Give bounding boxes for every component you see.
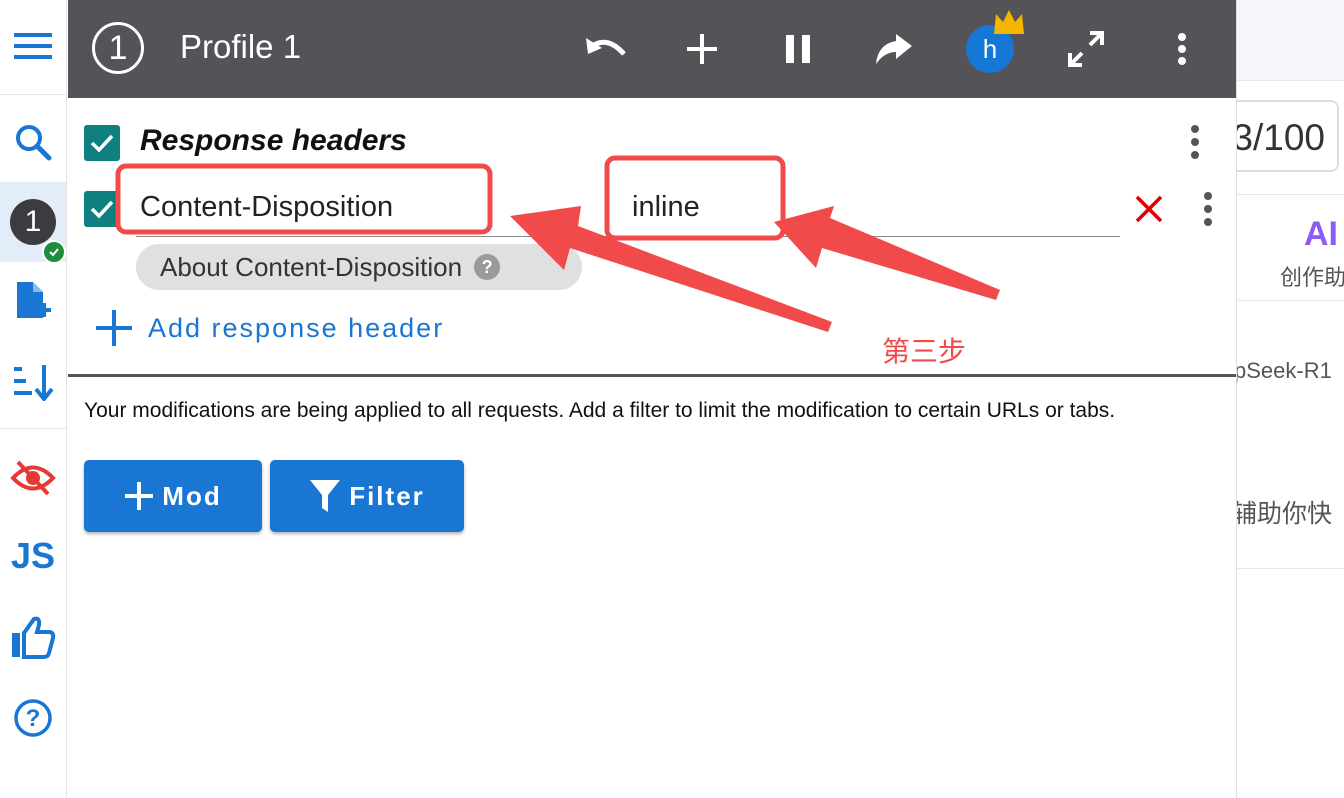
more-vert-icon[interactable] [1157, 24, 1207, 74]
javascript-icon[interactable]: JS [0, 532, 66, 580]
add-filter-button[interactable]: Filter [270, 460, 464, 532]
background-assist-text: 辅助你快 [1236, 500, 1333, 528]
header-row-checkbox[interactable] [84, 191, 120, 227]
background-divider [1236, 568, 1344, 569]
header-name-input[interactable]: Content-Disposition [140, 191, 393, 224]
crown-icon [992, 8, 1026, 43]
add-icon[interactable] [677, 24, 727, 74]
add-response-header-label: Add response header [148, 312, 445, 343]
profile-badge: 1 [10, 199, 56, 245]
header-value-input[interactable]: inline [632, 191, 700, 224]
sidebar-profile-1[interactable]: 1 [0, 182, 66, 264]
filter-button-label: Filter [349, 480, 425, 511]
section-more-icon[interactable] [1190, 124, 1200, 165]
hide-eye-icon[interactable] [0, 454, 66, 502]
annotation-step-label: 第三步 [882, 335, 967, 368]
help-icon[interactable]: ? [0, 694, 66, 742]
search-icon[interactable] [0, 118, 66, 166]
undo-icon[interactable] [581, 24, 631, 74]
sort-icon[interactable] [0, 358, 66, 406]
plus-icon [125, 482, 154, 510]
active-check-icon [42, 240, 66, 264]
svg-text:?: ? [26, 705, 41, 732]
mod-button-label: Mod [162, 480, 222, 511]
header-value-underline [136, 236, 1120, 237]
background-page: 3/100 AI 创作助 pSeek-R1 辅助你快 [1236, 0, 1344, 798]
section-separator [68, 374, 1236, 377]
header-more-icon[interactable] [1203, 191, 1213, 232]
add-mod-button[interactable]: Mod [84, 460, 262, 532]
plus-icon [96, 310, 132, 346]
profile-toolbar: 1 Profile 1 h [68, 0, 1236, 98]
expand-icon[interactable] [1061, 24, 1111, 74]
background-counter: 3/100 [1236, 100, 1339, 172]
background-create-text: 创作助 [1280, 265, 1344, 290]
modheader-panel: 1 Profile 1 h Response headers Content-D… [68, 0, 1237, 798]
filter-icon [310, 480, 341, 512]
sidebar-divider [0, 94, 66, 95]
delete-header-icon[interactable] [1134, 194, 1164, 229]
background-model-text: pSeek-R1 [1236, 358, 1332, 383]
share-icon[interactable] [869, 24, 919, 74]
menu-icon[interactable] [0, 24, 66, 68]
background-divider [1236, 80, 1344, 81]
add-response-header-button[interactable]: Add response header [94, 308, 444, 348]
background-ai-logo: AI [1304, 215, 1338, 253]
add-profile-icon[interactable] [0, 278, 66, 326]
profile-title[interactable]: Profile 1 [180, 28, 301, 66]
sidebar-divider [0, 428, 66, 429]
profile-number-badge[interactable]: 1 [92, 22, 144, 74]
pause-icon[interactable] [773, 24, 823, 74]
background-divider [1236, 194, 1344, 195]
thumbs-up-icon[interactable] [0, 612, 66, 662]
background-header-strip [1236, 0, 1344, 80]
sidebar: 1 JS ? [0, 0, 67, 798]
section-enable-checkbox[interactable] [84, 125, 120, 161]
help-circle-icon: ? [474, 254, 501, 280]
section-title: Response headers [140, 124, 407, 157]
background-divider [1236, 300, 1344, 301]
filter-notice: Your modifications are being applied to … [84, 399, 1116, 422]
about-chip-label: About Content-Disposition [160, 251, 463, 282]
about-header-chip[interactable]: About Content-Disposition ? [136, 244, 582, 290]
